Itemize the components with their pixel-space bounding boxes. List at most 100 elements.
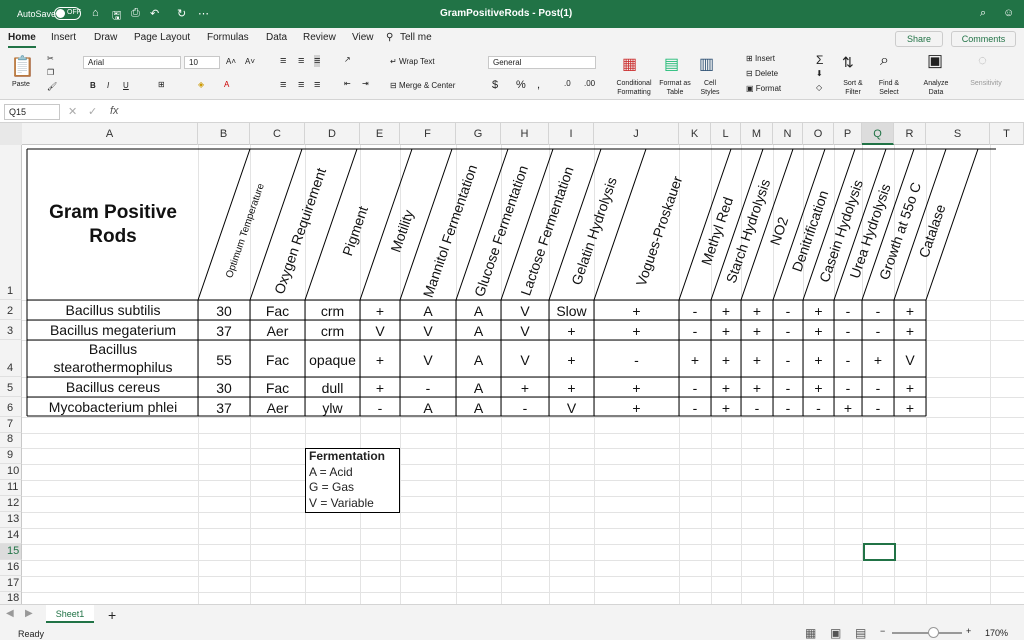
sheet-tab[interactable]: Sheet1 [46, 605, 94, 623]
zoom-slider[interactable] [892, 632, 962, 634]
column-header-s[interactable]: S [926, 123, 990, 145]
table-cell[interactable]: + [803, 302, 834, 320]
page-layout-view-icon[interactable]: ▣ [830, 626, 841, 640]
table-cell[interactable]: + [549, 351, 594, 369]
column-header-o[interactable]: O [803, 123, 834, 145]
tab-home[interactable]: Home [8, 32, 36, 48]
zoom-out-icon[interactable]: − [880, 626, 885, 636]
table-cell[interactable]: A [456, 351, 501, 369]
table-cell[interactable]: + [711, 302, 741, 320]
row-header-3[interactable]: 3 [0, 320, 22, 340]
column-header-j[interactable]: J [594, 123, 679, 145]
row-header-9[interactable]: 9 [0, 448, 22, 464]
column-label[interactable]: Lactose Fermentation [517, 164, 576, 297]
table-cell[interactable]: A [456, 399, 501, 417]
delete-cells-button[interactable]: ⊟ Delete [746, 69, 778, 78]
cancel-icon[interactable]: ✕ [68, 105, 77, 118]
table-cell[interactable]: V [501, 322, 549, 340]
table-cell[interactable]: + [594, 302, 679, 320]
table-cell[interactable]: - [862, 379, 894, 397]
comments-button[interactable]: Comments [951, 31, 1016, 47]
borders-icon[interactable]: ⊞ [158, 80, 165, 89]
table-cell[interactable]: Aer [250, 322, 305, 340]
column-label[interactable]: Catalase [915, 202, 948, 259]
share-button[interactable]: Share [895, 31, 943, 47]
column-header-f[interactable]: F [400, 123, 456, 145]
analyze-data-icon[interactable]: ▣ [927, 51, 943, 71]
cell-styles-label[interactable]: Cell Styles [696, 79, 724, 97]
row-header-10[interactable]: 10 [0, 464, 22, 480]
table-cell[interactable]: Fac [250, 302, 305, 320]
home-icon[interactable]: ⌂ [92, 7, 99, 19]
table-cell[interactable]: + [741, 322, 773, 340]
format-table-label[interactable]: Format as Table [656, 79, 694, 97]
more-icon[interactable]: ⋯ [198, 7, 209, 20]
organism-name[interactable]: Mycobacterium phlei [30, 398, 196, 416]
tab-draw[interactable]: Draw [94, 32, 117, 43]
row-header-14[interactable]: 14 [0, 528, 22, 544]
table-cell[interactable]: V [501, 302, 549, 320]
normal-view-icon[interactable]: ▦ [805, 626, 816, 640]
selected-cell[interactable] [863, 543, 896, 561]
table-cell[interactable]: 37 [198, 399, 250, 417]
table-cell[interactable]: - [679, 302, 711, 320]
table-cell[interactable]: V [400, 322, 456, 340]
column-header-d[interactable]: D [305, 123, 360, 145]
column-label[interactable]: Optimum Temperature [222, 181, 269, 280]
table-cell[interactable]: + [834, 399, 862, 417]
table-cell[interactable]: dull [305, 379, 360, 397]
table-cell[interactable]: + [741, 351, 773, 369]
row-header-2[interactable]: 2 [0, 300, 22, 320]
indent-icon[interactable]: ⇤ [344, 79, 351, 88]
fermentation-legend[interactable]: Fermentation A = Acid G = Gas V = Variab… [305, 448, 400, 513]
align-bottom-icon[interactable]: ≡ [314, 55, 321, 67]
table-cell[interactable]: + [711, 379, 741, 397]
format-table-icon[interactable]: ▤ [664, 54, 679, 74]
column-header-p[interactable]: P [834, 123, 862, 145]
conditional-formatting-label[interactable]: Conditional Formatting [611, 79, 657, 97]
column-label[interactable]: Mannitol Fermentation [420, 162, 480, 299]
tab-review[interactable]: Review [303, 32, 336, 43]
row-header-11[interactable]: 11 [0, 480, 22, 496]
column-header-b[interactable]: B [198, 123, 250, 145]
print-icon[interactable]: ⎙ [131, 7, 140, 20]
column-label[interactable]: Motility [387, 207, 416, 253]
column-header-a[interactable]: A [22, 123, 198, 145]
copy-icon[interactable]: ❐ [47, 68, 54, 77]
column-header-l[interactable]: L [711, 123, 741, 145]
formula-input[interactable] [126, 105, 1011, 119]
table-cell[interactable]: A [400, 399, 456, 417]
currency-icon[interactable]: $ [492, 79, 498, 91]
column-header-q[interactable]: Q [862, 123, 894, 145]
table-cell[interactable]: + [741, 302, 773, 320]
table-cell[interactable]: Aer [250, 399, 305, 417]
zoom-in-icon[interactable]: + [966, 626, 971, 636]
table-cell[interactable]: A [456, 379, 501, 397]
table-cell[interactable]: + [803, 351, 834, 369]
search-icon[interactable]: ⌕ [980, 7, 986, 20]
table-cell[interactable]: + [549, 322, 594, 340]
account-icon[interactable]: ☺ [1003, 7, 1014, 19]
table-cell[interactable]: - [679, 399, 711, 417]
organism-name[interactable]: Bacillus cereus [30, 378, 196, 396]
table-cell[interactable]: + [360, 351, 400, 369]
row-header-15[interactable]: 15 [0, 544, 22, 560]
table-cell[interactable]: + [894, 302, 926, 320]
merge-center-button[interactable]: ⊟ Merge & Center [390, 81, 455, 90]
table-cell[interactable]: V [549, 399, 594, 417]
page-break-view-icon[interactable]: ▤ [855, 626, 866, 640]
table-cell[interactable]: - [679, 379, 711, 397]
align-right-icon[interactable]: ≡ [314, 79, 320, 91]
align-center-icon[interactable]: ≡ [298, 79, 304, 91]
table-cell[interactable]: + [894, 379, 926, 397]
font-size-select[interactable]: 10 [184, 56, 220, 69]
select-all-corner[interactable] [0, 123, 22, 145]
table-cell[interactable]: Fac [250, 351, 305, 369]
table-cell[interactable]: - [501, 399, 549, 417]
column-label[interactable]: Vogues-Proskauer [632, 173, 685, 287]
column-header-m[interactable]: M [741, 123, 773, 145]
table-cell[interactable]: - [679, 322, 711, 340]
table-cell[interactable]: + [711, 322, 741, 340]
row-header-7[interactable]: 7 [0, 417, 22, 433]
font-color-icon[interactable]: A [224, 80, 229, 89]
